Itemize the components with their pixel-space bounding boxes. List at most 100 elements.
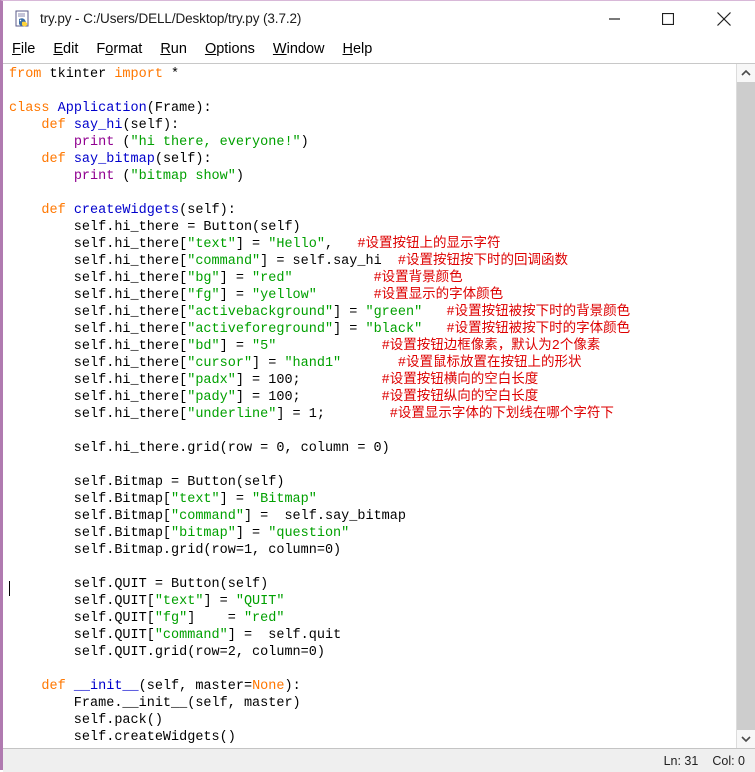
menu-item-window[interactable]: Window — [273, 41, 325, 57]
code-token: #设置按钮纵向的空白长度 — [381, 390, 539, 405]
code-token: def — [41, 679, 66, 694]
code-token: "Bitmap" — [252, 492, 317, 507]
chevron-down-icon — [741, 736, 751, 743]
code-token: ] = — [252, 356, 285, 371]
chevron-up-icon — [741, 69, 751, 76]
code-token: ] = — [219, 288, 253, 303]
code-token: print — [73, 169, 115, 184]
code-token: #设置按钮被按下时的字体颜色 — [446, 322, 631, 337]
code-token: self.createWidgets() — [9, 730, 236, 745]
code-token: "QUIT" — [235, 594, 285, 609]
code-token: from — [9, 67, 42, 82]
code-token: class — [9, 101, 50, 116]
code-token: ] = 100; — [235, 390, 382, 405]
code-token: #设置背景颜色 — [373, 271, 463, 286]
code-token: ] = 100; — [235, 373, 382, 388]
code-token: (self): — [179, 203, 236, 218]
code-token: #设置显示字体的下划线在哪个字符下 — [389, 407, 614, 422]
code-token: "5" — [252, 339, 277, 354]
code-token: "command" — [171, 509, 244, 524]
code-token: self.hi_there[ — [9, 271, 188, 286]
code-token: "underline" — [187, 407, 277, 422]
code-token: "red" — [252, 271, 293, 286]
code-token: "pady" — [187, 390, 236, 405]
scrollbar-thumb[interactable] — [737, 82, 755, 730]
code-token: ) — [300, 135, 309, 150]
code-token: "green" — [365, 305, 423, 320]
code-token: ] = — [235, 526, 269, 541]
maximize-button[interactable] — [645, 1, 691, 36]
code-token: self.hi_there = Button(self) — [9, 220, 301, 235]
code-token: __init__ — [73, 679, 139, 694]
code-token: "text" — [154, 594, 204, 609]
code-token: self.QUIT[ — [9, 594, 155, 609]
code-token: self.Bitmap[ — [9, 492, 172, 507]
python-idle-icon — [14, 10, 32, 28]
code-token: self.Bitmap.grid(row=1, column=0) — [9, 543, 342, 558]
code-token: "bitmap show" — [130, 169, 236, 184]
code-token: #设置按钮上的显示字符 — [357, 237, 501, 252]
code-token: ] = self.say_hi — [260, 254, 398, 269]
code-token: ): — [284, 679, 301, 694]
code-token: , — [324, 237, 358, 252]
code-token: "fg" — [154, 611, 188, 626]
code-text-area[interactable]: from tkinter import * class Application(… — [3, 64, 736, 748]
idle-editor-window: try.py - C:/Users/DELL/Desktop/try.py (3… — [0, 0, 755, 772]
menu-item-run[interactable]: Run — [160, 41, 187, 57]
vertical-scrollbar[interactable] — [736, 64, 755, 748]
text-caret — [9, 581, 10, 596]
close-icon — [717, 11, 731, 26]
code-token: self.hi_there[ — [9, 288, 188, 303]
scrollbar-track[interactable] — [737, 82, 755, 730]
code-token: "fg" — [187, 288, 220, 303]
code-token: self.Bitmap[ — [9, 509, 172, 524]
code-token: import — [114, 67, 163, 82]
code-token: ] = self.quit — [227, 628, 342, 643]
editor-area: from tkinter import * class Application(… — [3, 63, 755, 748]
code-token: (self): — [122, 118, 180, 133]
code-token: ] = — [333, 322, 366, 337]
status-line-number: Ln: 31 — [663, 753, 699, 768]
code-token: tkinter — [41, 67, 115, 82]
code-token: self.hi_there[ — [9, 339, 188, 354]
code-token: "bitmap" — [171, 526, 236, 541]
code-token: self.hi_there[ — [9, 305, 188, 320]
code-token: self.hi_there.grid(row = 0, column = 0) — [9, 441, 390, 456]
code-token: print — [73, 135, 115, 150]
code-token: self.Bitmap = Button(self) — [9, 475, 285, 490]
menu-item-edit[interactable]: Edit — [53, 41, 78, 57]
scroll-down-button[interactable] — [737, 730, 755, 748]
code-token: def — [41, 152, 66, 167]
code-token: #设置按钮边框像素，默认为2个像素 — [381, 339, 601, 354]
code-token: self.hi_there[ — [9, 254, 188, 269]
code-token: self.hi_there[ — [9, 237, 188, 252]
code-token: #设置显示的字体颜色 — [373, 288, 504, 303]
close-button[interactable] — [701, 1, 747, 36]
minimize-button[interactable] — [592, 1, 638, 36]
source-code[interactable]: from tkinter import * class Application(… — [9, 66, 736, 746]
code-token: self.pack() — [9, 713, 163, 728]
menu-item-format[interactable]: Format — [96, 41, 142, 57]
code-token: self.QUIT = Button(self) — [9, 577, 269, 592]
code-token: #设置按钮按下时的回调函数 — [397, 254, 568, 269]
code-token: "bg" — [187, 271, 220, 286]
menu-item-file[interactable]: File — [12, 41, 35, 57]
code-token: ( — [114, 169, 131, 184]
scroll-up-button[interactable] — [737, 64, 755, 82]
menu-item-options[interactable]: Options — [205, 41, 255, 57]
title-bar[interactable]: try.py - C:/Users/DELL/Desktop/try.py (3… — [3, 1, 755, 36]
code-token: ] = self.say_bitmap — [243, 509, 406, 524]
code-token: ] = — [219, 271, 253, 286]
code-token: say_hi — [73, 118, 123, 133]
menu-item-help[interactable]: Help — [343, 41, 373, 57]
code-token: "activebackground" — [187, 305, 334, 320]
